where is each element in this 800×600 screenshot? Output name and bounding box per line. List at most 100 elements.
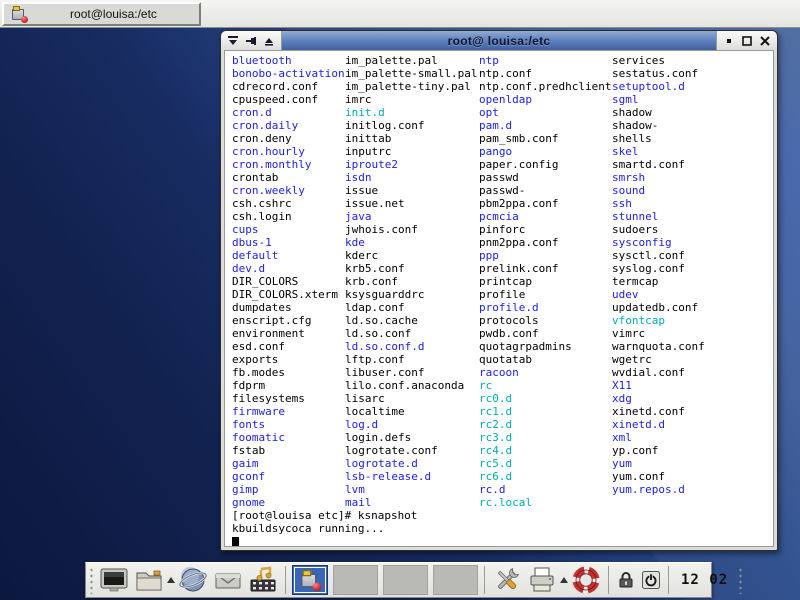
taskbar-task-button[interactable]: root@louisa:/etc (2, 2, 201, 26)
file-entry: gconf (232, 470, 345, 483)
window-titlebar[interactable]: root@ louisa:/etc (221, 31, 777, 50)
printer-launcher[interactable] (526, 564, 558, 596)
web-browser-launcher[interactable] (177, 564, 209, 596)
file-entry: xml (612, 431, 632, 444)
file-entry: login.defs (345, 431, 479, 444)
file-entry: ntp.conf.predhclient (479, 80, 612, 93)
panel-grip-left[interactable] (88, 566, 95, 594)
file-entry: lvm (345, 483, 479, 496)
empty-task-slot (433, 565, 478, 595)
file-entry: profile.d (479, 301, 612, 314)
file-entry: gnome (232, 496, 345, 509)
file-entry: paper.config (479, 158, 612, 171)
listing-row: cdrecord.confim_palette-tiny.palntp.conf… (232, 80, 773, 93)
listing-row: csh.loginjavapcmciastunnel (232, 210, 773, 223)
file-entry: udev (612, 288, 639, 301)
file-entry: lisarc (345, 392, 479, 405)
folder-icon (134, 565, 164, 595)
maximize-button[interactable] (740, 34, 754, 48)
file-entry: isdn (345, 171, 479, 184)
panel-clock[interactable]: 12 02 (675, 572, 734, 588)
file-entry: rc5.d (479, 457, 612, 470)
file-entry: wgetrc (612, 353, 652, 366)
file-entry: quotatab (479, 353, 612, 366)
window-menu-icon[interactable] (226, 34, 240, 48)
file-entry: ld.so.conf.d (345, 340, 479, 353)
file-entry: lilo.conf.anaconda (345, 379, 479, 392)
file-entry: im_palette-tiny.pal (345, 80, 479, 93)
listing-row: bluetoothim_palette.palntpservices (232, 54, 773, 67)
media-player-launcher[interactable] (247, 564, 279, 596)
logout-tray-button[interactable] (640, 569, 662, 591)
utilities-launcher[interactable] (491, 564, 523, 596)
file-entry: sysctl.conf (612, 249, 685, 262)
panel-grip-right[interactable] (737, 566, 744, 594)
listing-row: cron.hourlyinputrcpangoskel (232, 145, 773, 158)
minimize-button[interactable] (722, 34, 736, 48)
folder-popup-arrow-icon[interactable] (167, 577, 175, 583)
printer-icon (527, 565, 557, 595)
file-entry: rc (479, 379, 612, 392)
file-entry: printcap (479, 275, 612, 288)
file-entry: cpuspeed.conf (232, 93, 345, 106)
terminal-launcher[interactable] (98, 564, 130, 596)
file-entry: yum.repos.d (612, 483, 685, 496)
file-entry: localtime (345, 405, 479, 418)
file-entry: stunnel (612, 210, 658, 223)
file-entry: ssh (612, 197, 632, 210)
file-entry: passwd- (479, 184, 612, 197)
empty-task-slot (333, 565, 378, 595)
file-entry: ld.so.cache (345, 314, 479, 327)
file-entry: vimrc (612, 327, 645, 340)
file-entry: esd.conf (232, 340, 345, 353)
file-entry: init.d (345, 106, 479, 119)
file-entry: ppp (479, 249, 612, 262)
file-entry: logrotate.d (345, 457, 479, 470)
file-entry: issue (345, 184, 479, 197)
file-entry: gaim (232, 457, 345, 470)
close-button[interactable] (758, 34, 772, 48)
file-entry: pcmcia (479, 210, 612, 223)
window-title: root@ louisa:/etc (448, 34, 551, 48)
taskbar-task-label: root@louisa:/etc (28, 7, 199, 21)
file-entry: dumpdates (232, 301, 345, 314)
file-entry: firmware (232, 405, 345, 418)
listing-row: DIR_COLORS.xtermksysguarddrcprofileudev (232, 288, 773, 301)
file-entry: yum (612, 457, 632, 470)
file-entry: pam_smb.conf (479, 132, 612, 145)
file-entry: dbus-1 (232, 236, 345, 249)
file-entry: vfontcap (612, 314, 665, 327)
file-entry: sestatus.conf (612, 67, 698, 80)
file-entry: gimp (232, 483, 345, 496)
file-entry: issue.net (345, 197, 479, 210)
panel-separator (668, 566, 669, 594)
file-entry: quotagrpadmins (479, 340, 612, 353)
file-entry: fonts (232, 418, 345, 431)
file-entry: bluetooth (232, 54, 345, 67)
help-launcher[interactable] (570, 564, 602, 596)
listing-row: fontslog.drc2.dxinetd.d (232, 418, 773, 431)
printer-popup-arrow-icon[interactable] (560, 577, 568, 583)
file-entry: openldap (479, 93, 612, 106)
file-manager-launcher[interactable] (133, 564, 165, 596)
listing-row: DIR_COLORSkrb.confprintcaptermcap (232, 275, 773, 288)
listing-row: fstablogrotate.confrc4.dyp.conf (232, 444, 773, 457)
lock-session-tray-button[interactable] (615, 569, 637, 591)
file-entry: pango (479, 145, 612, 158)
listing-row: exportslftp.confquotatabwgetrc (232, 353, 773, 366)
pin-icon[interactable] (244, 34, 258, 48)
active-task-button-konsole[interactable] (292, 565, 328, 595)
media-icon (248, 565, 278, 595)
listing-row: crontabisdnpasswdsmrsh (232, 171, 773, 184)
titlebar-left-buttons (221, 31, 282, 50)
listing-row: cron.dailyinitlog.confpam.dshadow- (232, 119, 773, 132)
shade-icon[interactable] (262, 34, 276, 48)
listing-row: esd.confld.so.conf.dquotagrpadminswarnqu… (232, 340, 773, 353)
mail-launcher[interactable] (212, 564, 244, 596)
titlebar-drag-area[interactable]: root@ louisa:/etc (282, 31, 716, 50)
terminal-icon (99, 565, 129, 595)
listing-row: cupsjwhois.confpinforcsudoers (232, 223, 773, 236)
terminal-screen[interactable]: bluetoothim_palette.palntpservicesbonobo… (224, 50, 774, 547)
listing-row: gnomemailrc.local (232, 496, 773, 509)
listing-row: dev.dkrb5.confprelink.confsyslog.conf (232, 262, 773, 275)
